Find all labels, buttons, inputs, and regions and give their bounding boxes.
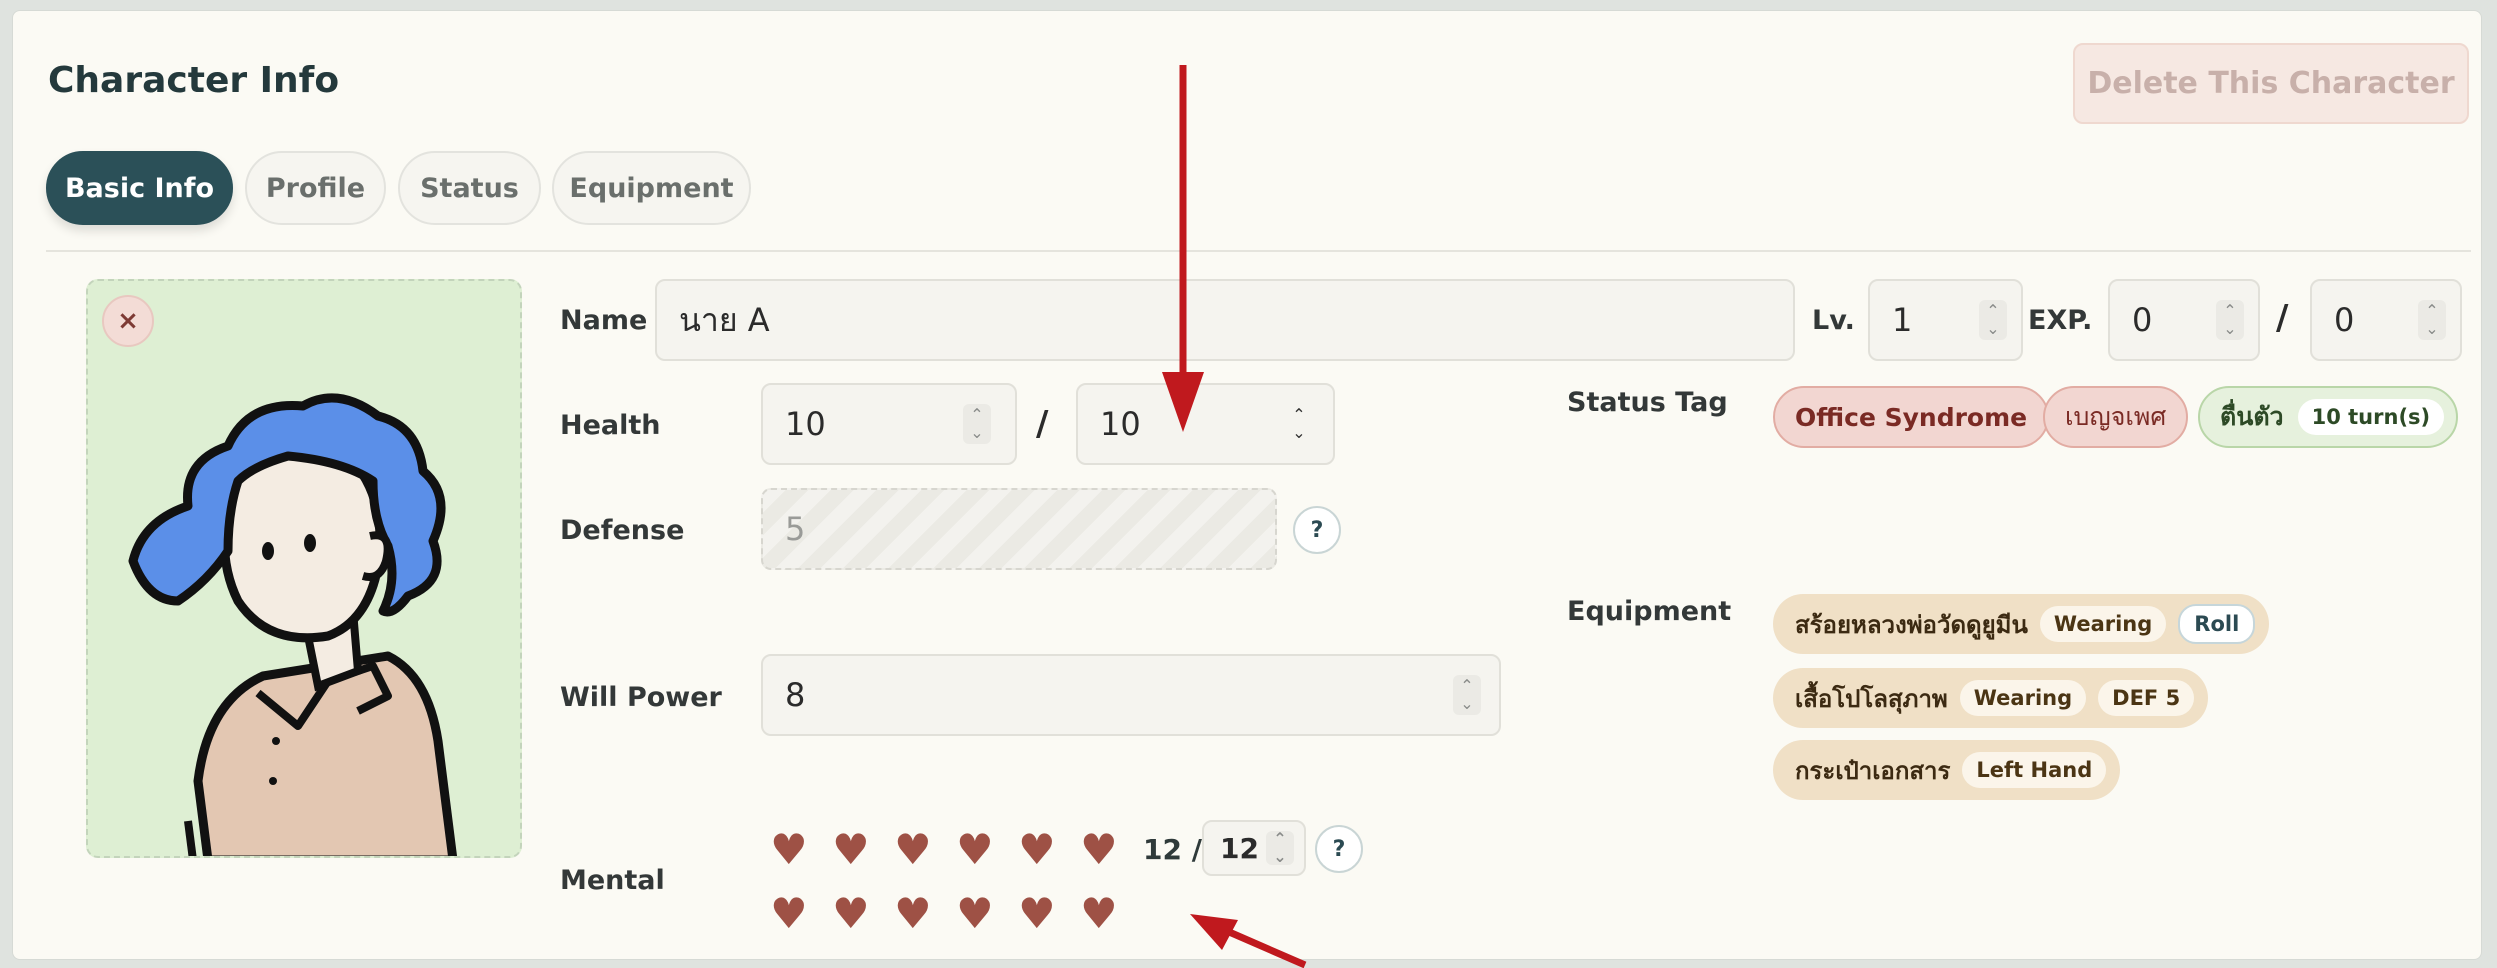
mental-max-value: 12 [1220, 831, 1259, 865]
level-value: 1 [1892, 301, 1913, 339]
status-tag-label: Status Tag [1567, 387, 1728, 418]
spinner-icon[interactable]: ⌃ ⌄ [1285, 404, 1313, 444]
exp-value: 0 [2132, 301, 2153, 339]
exp-input[interactable]: 0 ⌃ ⌄ [2108, 279, 2260, 361]
heart-icon: ♥ [1018, 889, 1056, 938]
equipment-roll-button[interactable]: Roll [2178, 604, 2256, 644]
tabs-divider [46, 250, 2471, 252]
health-max-input[interactable]: 10 ⌃ ⌄ [1076, 383, 1335, 465]
heart-icon: ♥ [1018, 825, 1056, 874]
heart-icon: ♥ [894, 825, 932, 874]
mental-help-button[interactable]: ? [1315, 825, 1363, 873]
equipment-name: กระเป๋าเอกสาร [1795, 756, 1951, 785]
heart-icon: ♥ [956, 825, 994, 874]
tab-equipment[interactable]: Equipment [552, 151, 751, 225]
level-input[interactable]: 1 ⌃ ⌄ [1868, 279, 2023, 361]
defense-input: 5 [761, 488, 1277, 570]
mental-slash: / [1191, 833, 1202, 866]
name-value: นาย A [679, 300, 770, 339]
page-title: Character Info [48, 60, 340, 101]
heart-icon: ♥ [956, 889, 994, 938]
heart-icon: ♥ [832, 889, 870, 938]
delete-character-button[interactable]: Delete This Character [2073, 43, 2469, 124]
status-tag-office-syndrome[interactable]: Office Syndrome [1773, 386, 2050, 448]
willpower-label: Will Power [560, 682, 722, 713]
equipment-item[interactable]: เสื้อโปโลสุภาพ Wearing DEF 5 [1773, 668, 2209, 728]
heart-icon: ♥ [770, 889, 808, 938]
status-tag-alert[interactable]: ตื่นตัว 10 turn(s) [2198, 386, 2459, 448]
tab-profile[interactable]: Profile [245, 151, 386, 225]
status-tag-text: เบญจเพศ [2065, 402, 2167, 431]
mental-max-input[interactable]: 12 ⌃ ⌄ [1202, 820, 1306, 876]
heart-icon: ♥ [1080, 889, 1118, 938]
heart-icon: ♥ [770, 825, 808, 874]
equipment-name: เสื้อโปโลสุภาพ [1795, 684, 1948, 713]
spinner-icon[interactable]: ⌃ ⌄ [2418, 300, 2446, 340]
spinner-icon[interactable]: ⌃ ⌄ [2216, 300, 2244, 340]
heart-icon: ♥ [894, 889, 932, 938]
health-input[interactable]: 10 ⌃ ⌄ [761, 383, 1017, 465]
avatar-illustration [128, 393, 458, 856]
status-tag-duration: 10 turn(s) [2297, 399, 2445, 435]
equipment-label: Equipment [1567, 596, 1732, 627]
spinner-icon[interactable]: ⌃ ⌄ [1453, 675, 1481, 715]
tab-status[interactable]: Status [398, 151, 541, 225]
health-slash: / [1036, 404, 1049, 444]
willpower-input[interactable]: 8 ⌃ ⌄ [761, 654, 1501, 736]
tab-basic-info[interactable]: Basic Info [46, 151, 233, 225]
status-tag-benjapet[interactable]: เบญจเพศ [2043, 386, 2189, 448]
remove-avatar-button[interactable]: × [102, 295, 154, 347]
health-max-value: 10 [1100, 405, 1141, 443]
heart-icon: ♥ [832, 825, 870, 874]
mental-current: 12 / [1143, 833, 1202, 866]
willpower-value: 8 [785, 676, 806, 714]
status-tag-text: Office Syndrome [1795, 402, 2028, 432]
name-label: Name [560, 305, 648, 336]
exp-label: EXP. [2028, 305, 2093, 336]
exp-slash: / [2276, 298, 2289, 338]
spinner-icon[interactable]: ⌃ ⌄ [1979, 300, 2007, 340]
close-icon: × [117, 306, 139, 336]
equipment-item[interactable]: กระเป๋าเอกสาร Left Hand [1773, 740, 2121, 800]
mental-current-value: 12 [1143, 833, 1182, 866]
help-icon: ? [1310, 517, 1324, 543]
spinner-icon[interactable]: ⌃ ⌄ [963, 404, 991, 444]
equipment-stat: DEF 5 [2098, 680, 2195, 716]
equipment-status: Left Hand [1962, 752, 2107, 788]
health-value: 10 [785, 405, 826, 443]
equipment-status: Wearing [1959, 680, 2087, 716]
equipment-item[interactable]: สร้อยหลวงพ่อวัดดูยูมีน Wearing Roll [1773, 594, 2270, 654]
help-icon: ? [1332, 836, 1346, 862]
equipment-status: Wearing [2039, 606, 2167, 642]
mental-label: Mental [560, 865, 665, 896]
defense-label: Defense [560, 515, 685, 546]
level-label: Lv. [1812, 305, 1855, 336]
spinner-icon[interactable]: ⌃ ⌄ [1266, 830, 1294, 866]
equipment-name: สร้อยหลวงพ่อวัดดูยูมีน [1795, 610, 2028, 639]
character-avatar[interactable] [86, 279, 522, 858]
health-label: Health [560, 410, 661, 441]
defense-help-button[interactable]: ? [1293, 506, 1341, 554]
status-tag-text: ตื่นตัว [2220, 402, 2284, 431]
heart-icon: ♥ [1080, 825, 1118, 874]
name-input[interactable]: นาย A [655, 279, 1795, 361]
exp-max-input[interactable]: 0 ⌃ ⌄ [2310, 279, 2462, 361]
defense-value: 5 [785, 510, 806, 548]
exp-max-value: 0 [2334, 301, 2355, 339]
